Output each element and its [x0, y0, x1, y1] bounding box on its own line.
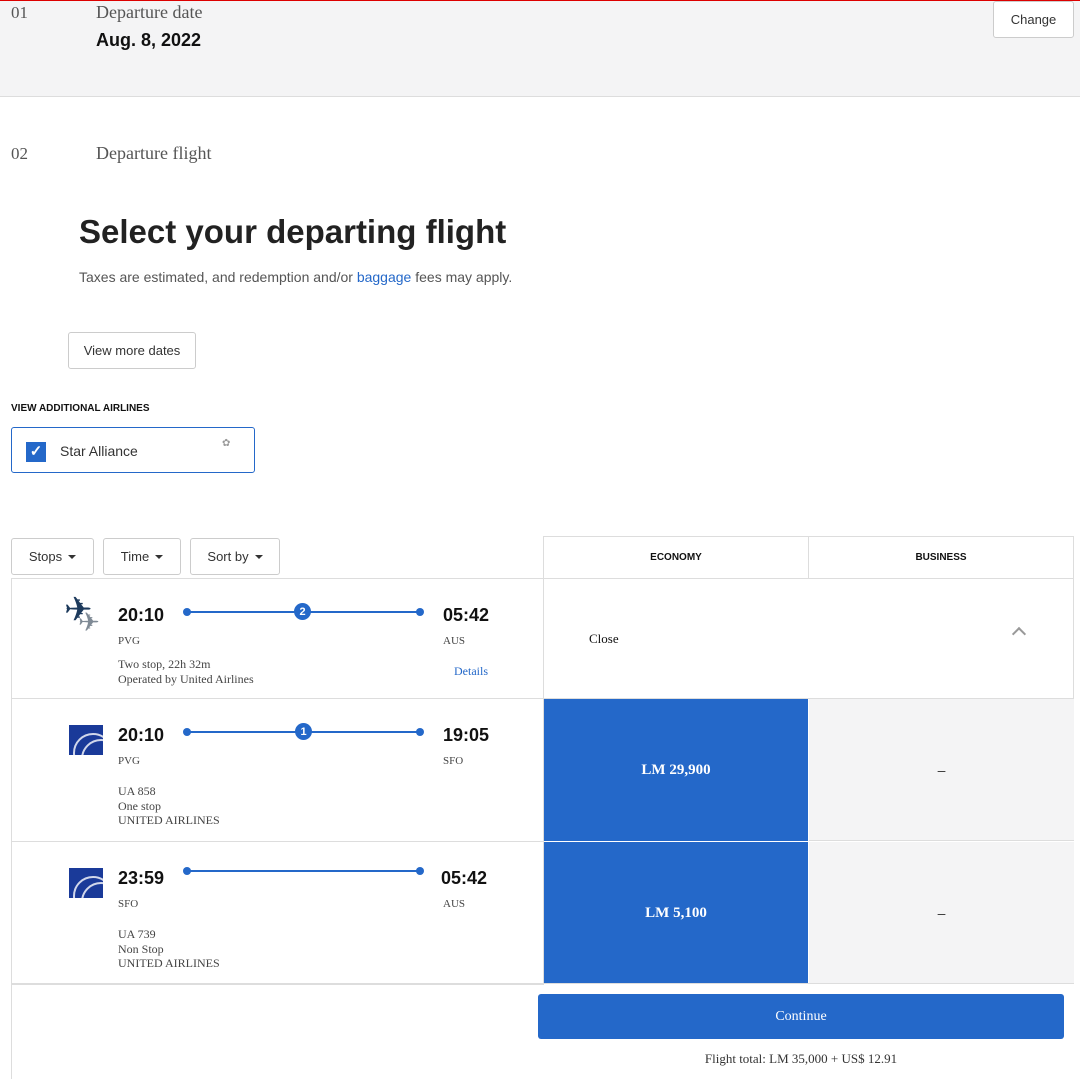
tax-note: Taxes are estimated, and redemption and/…: [79, 269, 512, 285]
depart-time: 23:59: [118, 868, 165, 888]
trip-summary: Two stop, 22h 32m: [118, 657, 211, 671]
departure-date-value: Aug. 8, 2022: [96, 30, 202, 50]
close-panel[interactable]: Close: [543, 578, 1074, 699]
arrive-time: 05:42: [441, 868, 488, 888]
route-end-dot: [416, 608, 424, 616]
stop-count-badge: 1: [295, 723, 312, 740]
step-number: 02: [11, 144, 28, 163]
tax-note-text: fees may apply.: [411, 269, 513, 285]
economy-price-button[interactable]: LM 29,900: [544, 699, 808, 841]
destination-code: SFO: [443, 755, 464, 767]
economy-price-button[interactable]: LM 5,100: [544, 842, 808, 984]
caret-down-icon: [155, 554, 164, 559]
selected-flight-row: ✈ ✈ 20:10 PVG 2 05:42 AUS Two stop, 22h 3…: [11, 578, 544, 699]
stops-filter[interactable]: Stops: [11, 538, 94, 575]
stop-count-badge: 2: [294, 603, 311, 620]
step-number: 01: [11, 3, 28, 22]
flight-segment-row[interactable]: 20:10 PVG 1 19:05 SFO UA 858 One stop UN…: [11, 698, 544, 842]
flight-total: Flight total: LM 35,000 + US$ 12.91: [704, 1051, 898, 1066]
flight-number: UA 739: [118, 927, 156, 941]
caret-down-icon: [68, 554, 77, 559]
view-more-dates-button[interactable]: View more dates: [68, 332, 196, 369]
continue-button[interactable]: Continue: [538, 994, 1064, 1039]
destination-code: AUS: [443, 898, 466, 910]
business-price-unavailable: –: [809, 699, 1074, 841]
origin-code: PVG: [118, 755, 141, 767]
route-end-dot: [416, 867, 424, 875]
route-start-dot: [183, 867, 191, 875]
details-link[interactable]: Details: [454, 664, 488, 678]
page-title: Select your departing flight: [79, 213, 507, 250]
step-label: Departure flight: [96, 143, 212, 163]
arrive-time: 19:05: [443, 725, 490, 745]
chevron-up-icon[interactable]: [1011, 626, 1027, 642]
filter-label: Stops: [28, 549, 63, 564]
flight-number: UA 858: [118, 784, 156, 798]
united-airlines-logo-icon: [69, 868, 103, 898]
filter-label: Sort by: [207, 549, 249, 564]
connecting-flights-icon: ✈ ✈: [64, 591, 100, 637]
step-label: Departure date: [96, 2, 203, 22]
time-filter[interactable]: Time: [103, 538, 181, 575]
depart-time: 20:10: [118, 605, 165, 625]
united-airlines-logo-icon: [69, 725, 103, 755]
stop-text: Non Stop: [118, 942, 164, 956]
star-alliance-label: Star Alliance: [60, 443, 138, 459]
business-price-unavailable: –: [809, 842, 1074, 984]
route-start-dot: [183, 608, 191, 616]
stop-text: One stop: [118, 799, 161, 813]
star-alliance-option[interactable]: ✓ Star Alliance ✿: [11, 427, 255, 473]
additional-airlines-title: VIEW ADDITIONAL AIRLINES: [11, 403, 150, 414]
origin-code: SFO: [118, 898, 139, 910]
tax-note-text: Taxes are estimated, and redemption and/…: [79, 269, 357, 285]
star-alliance-logo-icon: ✿: [222, 438, 231, 449]
economy-header: ECONOMY: [543, 536, 809, 579]
route-end-dot: [416, 728, 424, 736]
route-start-dot: [183, 728, 191, 736]
business-header: BUSINESS: [808, 536, 1074, 579]
flight-segment-row[interactable]: 23:59 SFO 05:42 AUS UA 739 Non Stop UNIT…: [11, 841, 544, 985]
depart-time: 20:10: [118, 725, 165, 745]
baggage-link[interactable]: baggage: [357, 269, 412, 285]
close-label: Close: [589, 631, 619, 646]
caret-down-icon: [254, 554, 263, 559]
airline-name: UNITED AIRLINES: [118, 956, 220, 970]
filter-label: Time: [120, 549, 150, 564]
checkbox-checked-icon[interactable]: ✓: [26, 442, 46, 462]
origin-code: PVG: [118, 635, 141, 647]
change-button[interactable]: Change: [993, 1, 1074, 38]
arrive-time: 05:42: [443, 605, 490, 625]
operator: Operated by United Airlines: [118, 672, 254, 686]
destination-code: AUS: [443, 635, 466, 647]
airline-name: UNITED AIRLINES: [118, 813, 220, 827]
sort-by-filter[interactable]: Sort by: [190, 538, 280, 575]
